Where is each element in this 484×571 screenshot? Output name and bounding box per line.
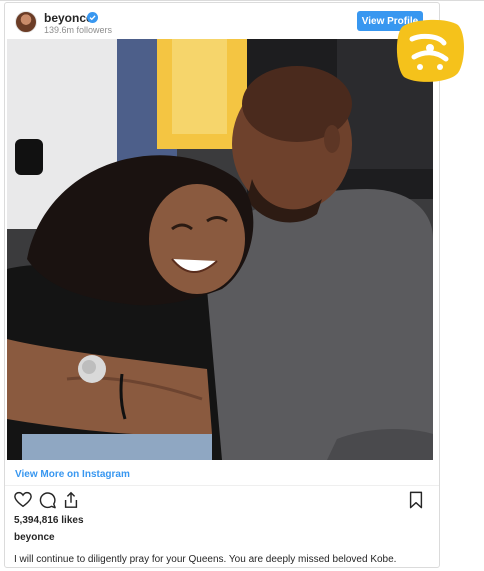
followers-count: 139.6m followers: [44, 25, 113, 35]
share-icon[interactable]: [62, 491, 80, 509]
verified-badge-icon: [87, 12, 98, 23]
divider: [5, 485, 439, 486]
bookmark-icon[interactable]: [407, 491, 425, 509]
view-more-link[interactable]: View More on Instagram: [15, 469, 130, 480]
post-header: beyonce 139.6m followers View Profile: [5, 3, 439, 41]
photo-illustration: [7, 39, 433, 460]
avatar[interactable]: [15, 11, 37, 33]
instagram-embed-card: beyonce 139.6m followers View Profile Vi…: [4, 2, 440, 568]
post-photo[interactable]: [7, 39, 433, 460]
site-logo-watermark: [396, 19, 464, 82]
caption-owner[interactable]: beyonce: [14, 532, 55, 543]
comment-icon[interactable]: [38, 491, 56, 509]
heart-icon[interactable]: [14, 491, 32, 509]
caption-text: I will continue to diligently pray for y…: [14, 554, 397, 565]
top-divider: [0, 0, 484, 1]
likes-count[interactable]: 5,394,816 likes: [14, 515, 84, 526]
username[interactable]: beyonce: [44, 11, 93, 25]
action-bar: [5, 491, 439, 513]
page: beyonce 139.6m followers View Profile Vi…: [0, 0, 484, 571]
